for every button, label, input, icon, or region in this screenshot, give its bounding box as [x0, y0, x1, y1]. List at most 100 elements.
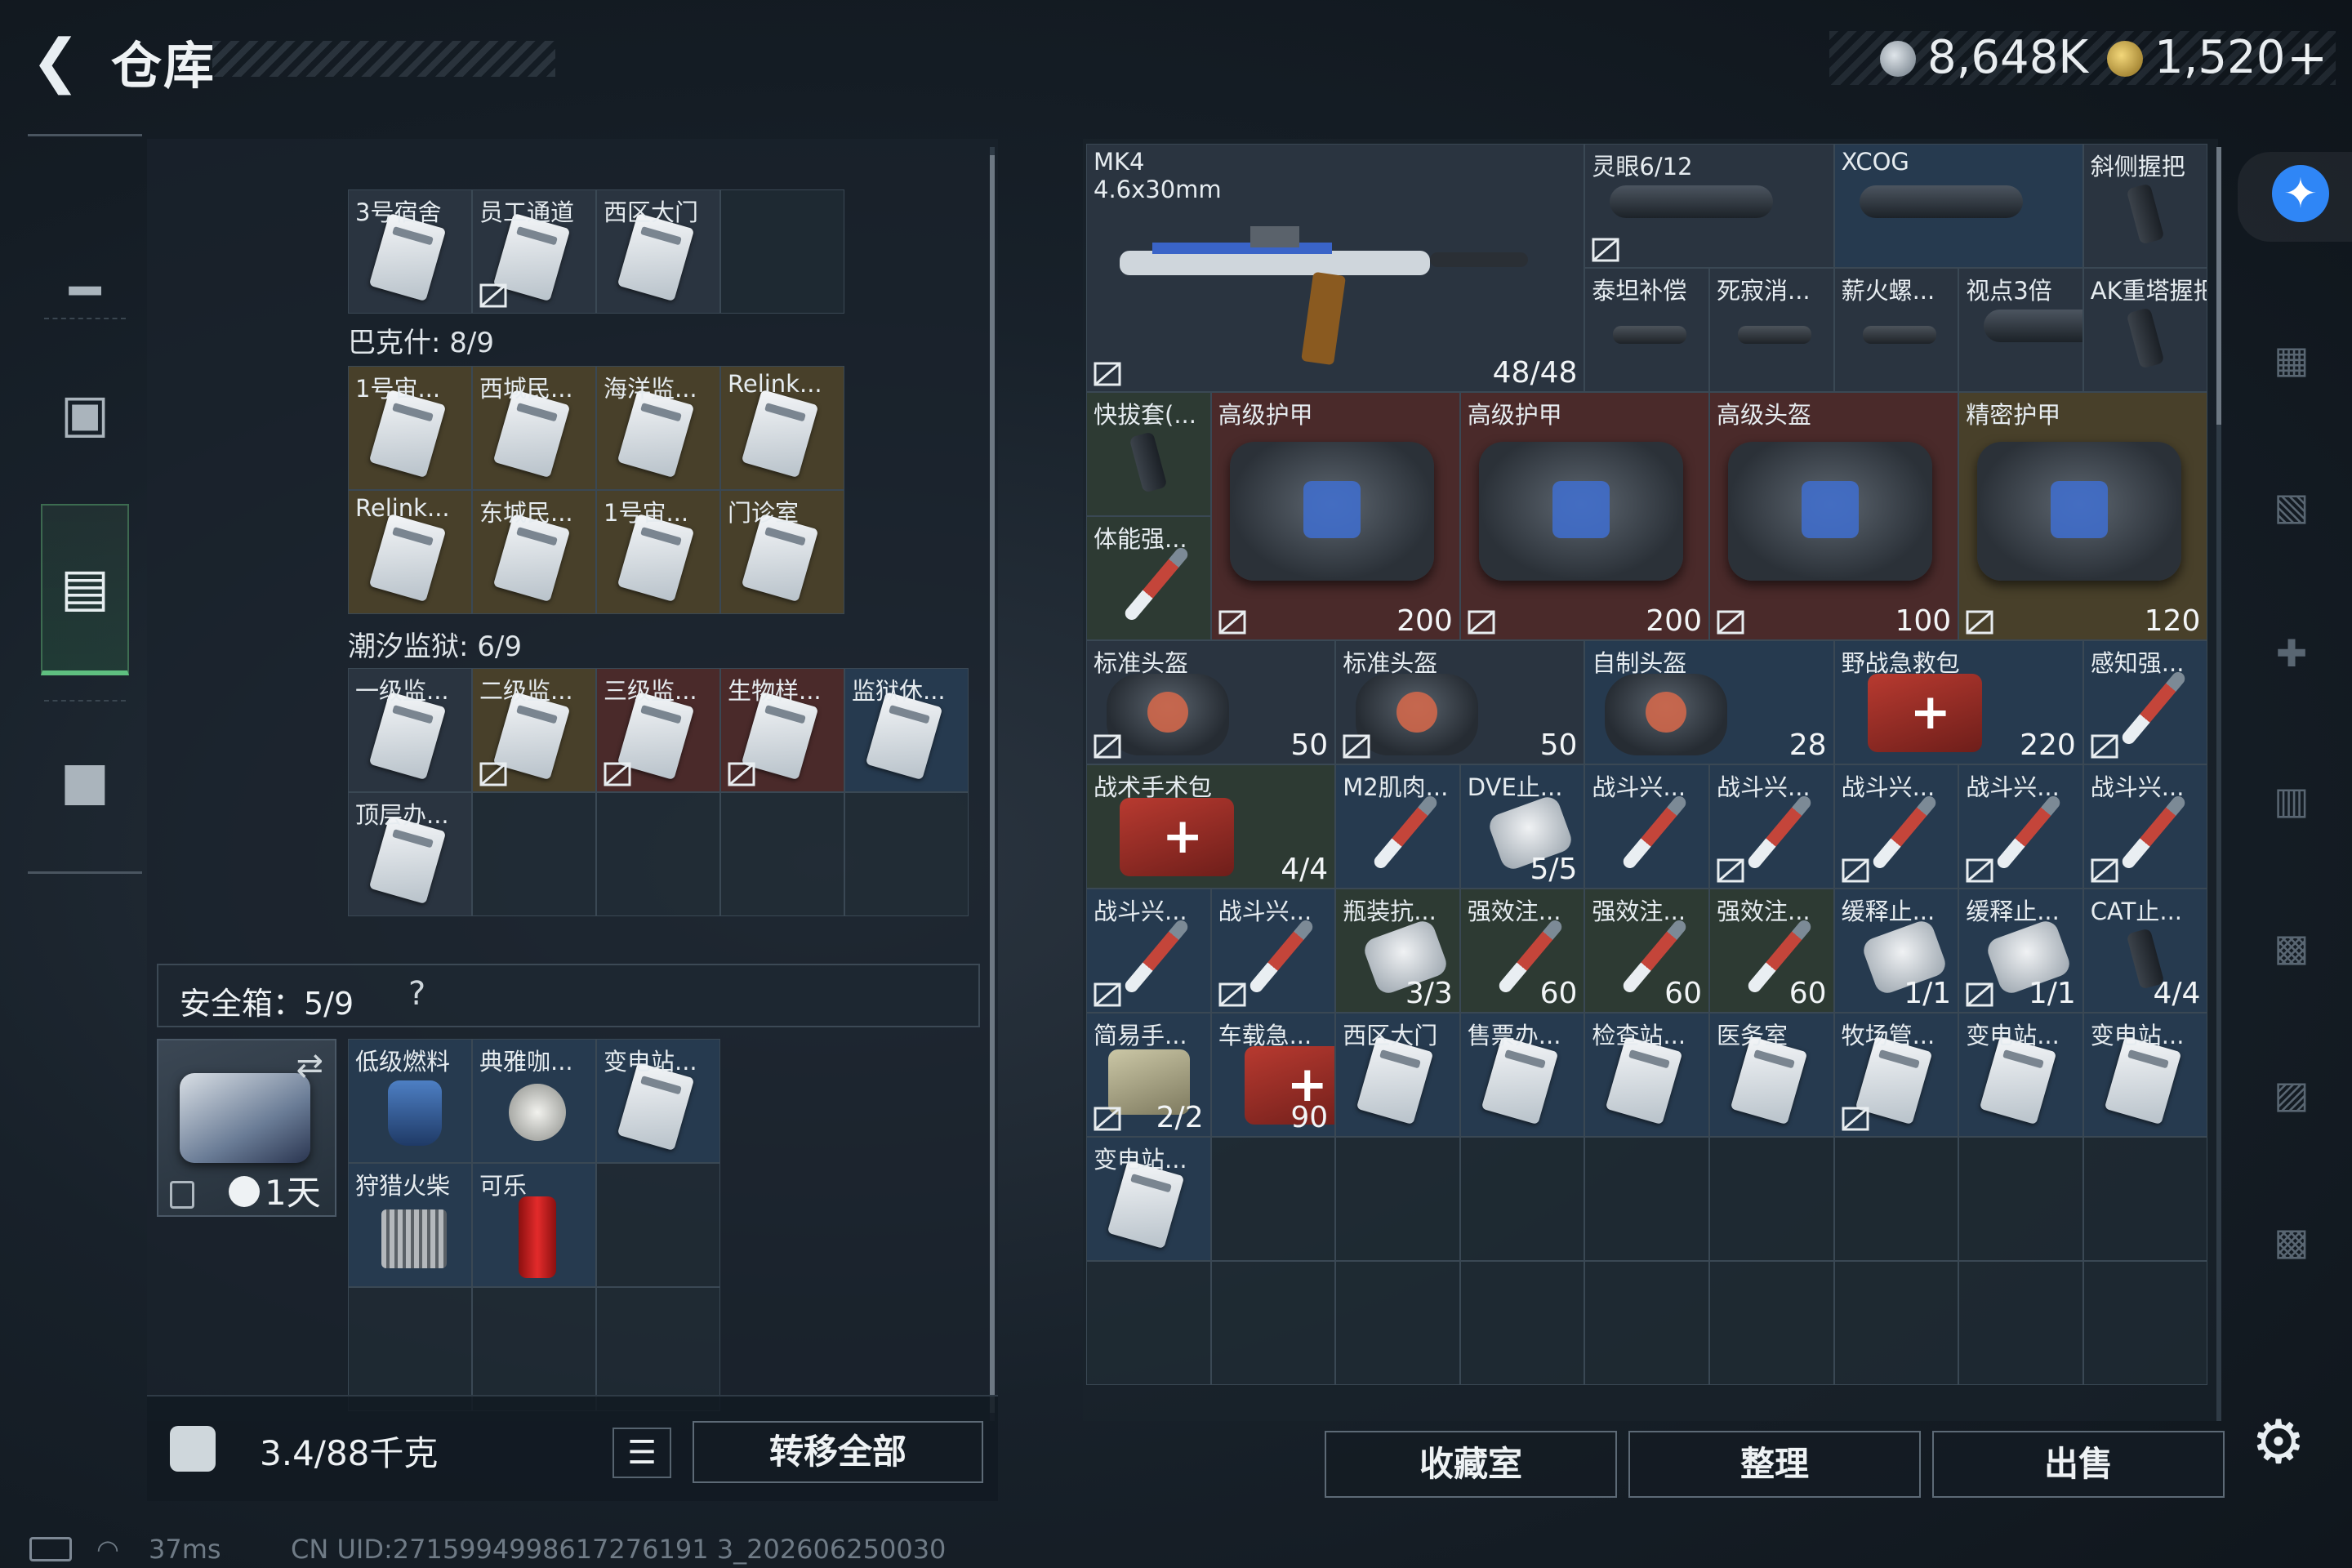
- item-slot[interactable]: 医务室: [1709, 1013, 1834, 1137]
- item-slot[interactable]: 海洋监...: [596, 366, 720, 490]
- item-slot[interactable]: 灵眼6/12: [1584, 144, 1834, 268]
- item-slot[interactable]: 死寂消...: [1709, 268, 1834, 392]
- sell-button[interactable]: 出售: [1932, 1431, 2225, 1498]
- item-slot[interactable]: 低级燃料: [348, 1039, 472, 1163]
- item-slot[interactable]: 战斗兴...: [1584, 764, 1709, 889]
- iv-crate-icon[interactable]: ▥: [2251, 760, 2332, 841]
- item-slot[interactable]: 高级护甲 200: [1210, 392, 1460, 640]
- item-slot[interactable]: 西区大门: [1335, 1013, 1460, 1137]
- list-view-button[interactable]: ☰: [612, 1428, 671, 1478]
- item-slot[interactable]: 变电站...: [1958, 1013, 2083, 1137]
- item-slot[interactable]: 高级护甲 200: [1459, 392, 1709, 640]
- item-slot[interactable]: 缓释止... 1/1: [1833, 889, 1959, 1013]
- weapon-slot[interactable]: MK4 4.6x30mm 48/48: [1086, 144, 1585, 392]
- item-slot[interactable]: 员工通道: [472, 189, 596, 314]
- organize-button[interactable]: 整理: [1628, 1431, 1921, 1498]
- item-label: 变电站...: [1966, 1022, 2060, 1049]
- item-slot[interactable]: XCOG: [1833, 144, 2083, 268]
- item-slot[interactable]: 强效注... 60: [1459, 889, 1585, 1013]
- item-slot[interactable]: AK重塔握把: [2082, 268, 2208, 392]
- item-slot[interactable]: 牧场管...: [1833, 1013, 1959, 1137]
- item-slot[interactable]: 变电站...: [1086, 1137, 1211, 1261]
- locker-icon: ▤: [60, 558, 110, 618]
- item-slot[interactable]: 自制头盔 28: [1584, 640, 1834, 764]
- iv-medkit-icon[interactable]: ✚: [2251, 612, 2332, 694]
- item-slot[interactable]: 车载急... 90: [1210, 1013, 1336, 1137]
- item-slot[interactable]: 西区大门: [596, 189, 720, 314]
- item-slot[interactable]: 检查站...: [1584, 1013, 1709, 1137]
- back-arrow-icon[interactable]: ❮: [23, 28, 88, 93]
- settings-gear-icon[interactable]: ⚙: [2244, 1408, 2313, 1477]
- item-slot[interactable]: 标准头盔 50: [1335, 640, 1585, 764]
- item-slot[interactable]: 生物样...: [720, 668, 844, 792]
- empty-slot: [1459, 1261, 1585, 1385]
- item-slot[interactable]: 典雅咖...: [472, 1039, 596, 1163]
- item-slot[interactable]: 战斗兴...: [2082, 764, 2208, 889]
- item-slot[interactable]: 西城民...: [472, 366, 596, 490]
- item-slot[interactable]: 强效注... 60: [1584, 889, 1709, 1013]
- item-slot[interactable]: 野战急救包 220: [1833, 640, 2083, 764]
- item-quantity: 5/5: [1530, 853, 1578, 886]
- item-slot[interactable]: 视点3倍: [1958, 268, 2083, 392]
- right-scroll-thumb[interactable]: [2216, 147, 2221, 425]
- item-slot[interactable]: M2肌肉...: [1335, 764, 1460, 889]
- item-slot[interactable]: 战斗兴...: [1833, 764, 1959, 889]
- item-slot[interactable]: 变电站...: [596, 1039, 720, 1163]
- item-slot[interactable]: 战斗兴...: [1958, 764, 2083, 889]
- item-slot[interactable]: 瓶装抗... 3/3: [1335, 889, 1460, 1013]
- item-slot[interactable]: 强效注... 60: [1709, 889, 1834, 1013]
- item-slot[interactable]: 快拔套(...: [1086, 392, 1211, 516]
- item-label: 售票办...: [1467, 1022, 1561, 1049]
- item-slot[interactable]: DVE止... 5/5: [1459, 764, 1585, 889]
- transfer-all-button[interactable]: 转移全部: [693, 1421, 983, 1483]
- safe-box[interactable]: ⇄ 1天: [157, 1039, 336, 1217]
- item-slot[interactable]: 顶层办...: [348, 792, 472, 916]
- item-slot[interactable]: 变电站...: [2082, 1013, 2208, 1137]
- gtl-case-icon[interactable]: ▦: [2251, 318, 2332, 400]
- item-slot[interactable]: 泰坦补偿: [1584, 268, 1709, 392]
- item-slot[interactable]: 战斗兴...: [1709, 764, 1834, 889]
- item-slot[interactable]: 售票办...: [1459, 1013, 1585, 1137]
- iv-box-icon[interactable]: ▧: [2251, 466, 2332, 547]
- item-slot[interactable]: 缓释止... 1/1: [1958, 889, 2083, 1013]
- item-slot[interactable]: 监狱休...: [844, 668, 969, 792]
- left-scroll-thumb[interactable]: [990, 155, 995, 1413]
- iv-truck-icon[interactable]: ▩: [2251, 1200, 2332, 1282]
- item-label: 一级监...: [355, 677, 449, 705]
- item-slot[interactable]: 狩猎火柴: [348, 1163, 472, 1287]
- item-slot[interactable]: 战斗兴...: [1210, 889, 1336, 1013]
- item-slot[interactable]: 体能强...: [1086, 516, 1211, 640]
- item-slot[interactable]: 一级监...: [348, 668, 472, 792]
- iv-vehicle-icon[interactable]: ▩: [2251, 906, 2332, 988]
- item-label: 3号宿舍: [355, 198, 442, 226]
- item-slot[interactable]: 东城民...: [472, 490, 596, 614]
- item-slot[interactable]: CAT止... 4/4: [2082, 889, 2208, 1013]
- add-currency-button[interactable]: +: [2287, 31, 2328, 85]
- nav-warehouse[interactable]: ▤: [41, 504, 129, 675]
- item-slot[interactable]: 精密护甲 120: [1958, 392, 2208, 640]
- item-slot[interactable]: 高级头盔 100: [1709, 392, 1959, 640]
- item-slot[interactable]: 二级监...: [472, 668, 596, 792]
- item-slot[interactable]: 可乐: [472, 1163, 596, 1287]
- v-container-icon[interactable]: ▨: [2251, 1054, 2332, 1135]
- item-slot[interactable]: 三级监...: [596, 668, 720, 792]
- nav-briefcase[interactable]: ■: [28, 700, 142, 863]
- help-icon[interactable]: ?: [408, 975, 425, 1013]
- item-slot[interactable]: Relink...: [720, 366, 844, 490]
- item-slot[interactable]: 简易手... 2/2: [1086, 1013, 1211, 1137]
- item-slot[interactable]: 感知强...: [2082, 640, 2208, 764]
- swap-icon[interactable]: ⇄: [296, 1047, 323, 1085]
- item-slot[interactable]: 战术手术包 4/4: [1086, 764, 1336, 889]
- item-slot[interactable]: 1号宙...: [596, 490, 720, 614]
- item-slot[interactable]: 门诊室: [720, 490, 844, 614]
- item-slot[interactable]: 标准头盔 50: [1086, 640, 1336, 764]
- accessibility-icon[interactable]: ✦: [2272, 165, 2329, 222]
- item-slot[interactable]: 斜侧握把: [2082, 144, 2208, 268]
- item-slot[interactable]: 薪火螺...: [1833, 268, 1959, 392]
- item-slot[interactable]: 战斗兴...: [1086, 889, 1211, 1013]
- collection-room-button[interactable]: 收藏室: [1325, 1431, 1617, 1498]
- item-slot[interactable]: 3号宿舍: [348, 189, 472, 314]
- nav-backpack[interactable]: ▣: [28, 332, 142, 496]
- item-slot[interactable]: Relink...: [348, 490, 472, 614]
- item-slot[interactable]: 1号宙...: [348, 366, 472, 490]
